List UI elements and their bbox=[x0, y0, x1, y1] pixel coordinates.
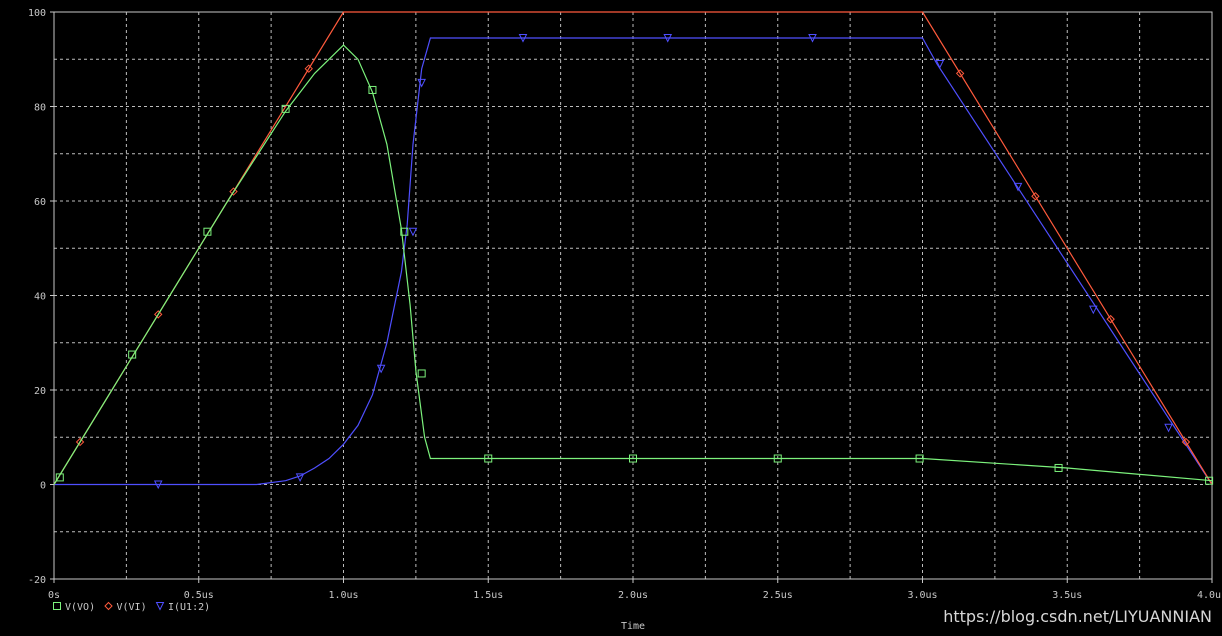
y-tick-label: -20 bbox=[28, 575, 46, 586]
x-tick-label: 1.0us bbox=[328, 590, 358, 601]
legend: V(VO) V(VI) I(U1:2) bbox=[53, 601, 210, 613]
legend-label-v-vo: V(VO) bbox=[65, 602, 95, 613]
y-tick-label: 40 bbox=[34, 292, 46, 303]
x-tick-label: 1.5us bbox=[473, 590, 503, 601]
chart-background bbox=[0, 0, 1222, 636]
x-tick-label: 3.0us bbox=[907, 590, 937, 601]
x-tick-label: 2.5us bbox=[763, 590, 793, 601]
y-tick-label: 20 bbox=[34, 386, 46, 397]
watermark-text: https://blog.csdn.net/LIYUANNIAN bbox=[943, 607, 1212, 626]
y-tick-label: 100 bbox=[28, 8, 46, 19]
legend-label-i-u1-2: I(U1:2) bbox=[168, 602, 210, 613]
y-tick-label: 80 bbox=[34, 103, 46, 114]
chart-svg: 0s 0.5us 1.0us 1.5us 2.0us 2.5us 3.0us 3.5us 4.0… bbox=[0, 0, 1222, 636]
x-tick-label: 4.0us bbox=[1197, 590, 1222, 601]
x-tick-label: 0s bbox=[48, 590, 60, 601]
x-tick-label: 0.5us bbox=[184, 590, 214, 601]
legend-label-v-vi: V(VI) bbox=[117, 602, 147, 613]
x-axis-label: Time bbox=[621, 621, 645, 632]
x-tick-label: 3.5us bbox=[1052, 590, 1082, 601]
y-tick-label: 60 bbox=[34, 197, 46, 208]
x-tick-label: 2.0us bbox=[618, 590, 648, 601]
y-tick-label: 0 bbox=[40, 481, 46, 492]
